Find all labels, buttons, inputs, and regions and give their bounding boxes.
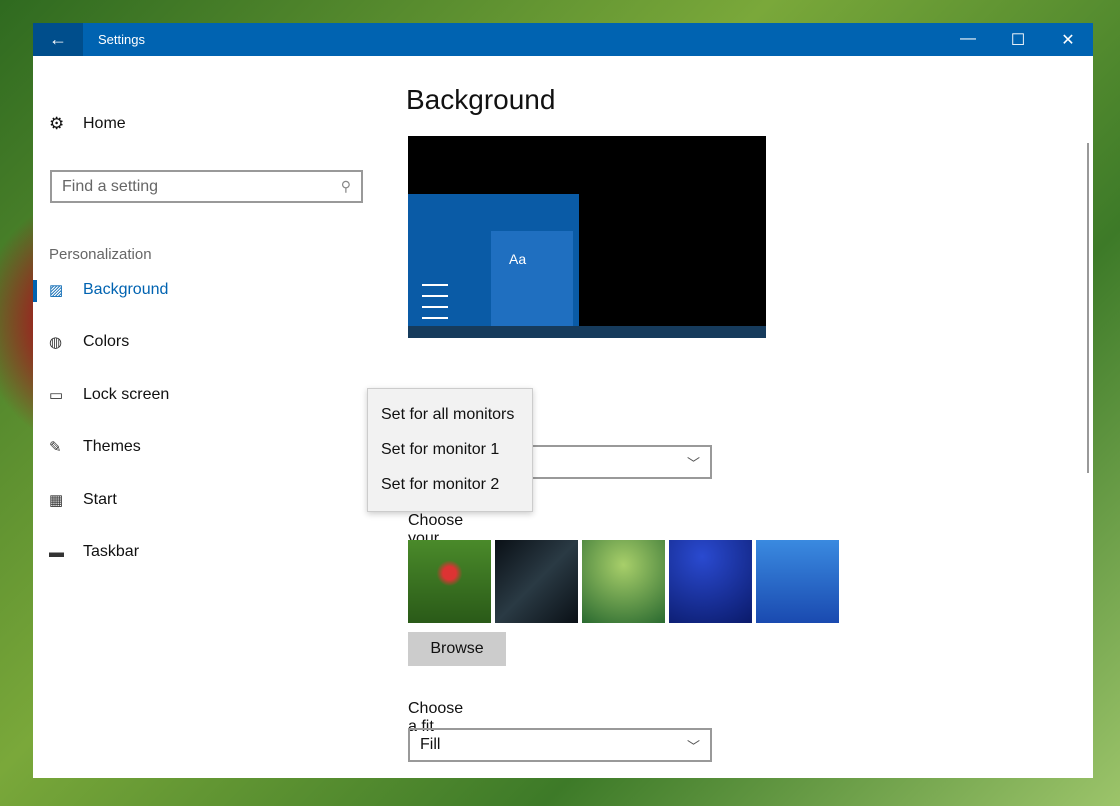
gear-icon: ⚙ [49,114,65,133]
section-heading: Personalization [49,246,152,263]
themes-icon: ✎ [49,439,62,456]
taskbar-preview [408,326,766,338]
sidebar-item-taskbar[interactable]: ▬ Taskbar [33,532,333,572]
sidebar-item-label: Themes [83,438,141,455]
page-title: Background [406,84,556,115]
search-placeholder: Find a setting [62,177,159,195]
tile-preview: Aa [491,231,573,326]
sidebar-item-label: Start [83,491,117,508]
start-icon: ▦ [49,492,64,509]
search-icon: ⚲ [340,178,351,194]
lock-screen-icon: ▭ [49,387,64,404]
title-bar: ← Settings — ☐ ✕ [33,23,1093,56]
home-link[interactable]: ⚙ Home [49,114,126,134]
chevron-down-icon: ﹀ [686,738,700,754]
window-title: Settings [98,32,145,47]
home-label: Home [83,115,126,132]
picture-thumbnail[interactable] [495,540,578,623]
picture-thumbnail[interactable] [408,540,491,623]
back-button[interactable]: ← [33,23,83,56]
monitor-context-menu: Set for all monitors Set for monitor 1 S… [367,388,533,512]
fit-dropdown[interactable]: Fill ﹀ [408,728,712,762]
sidebar-item-start[interactable]: ▦ Start [33,480,333,520]
maximize-button[interactable]: ☐ [993,30,1043,50]
picture-icon: ▨ [49,282,64,299]
settings-window: ← Settings — ☐ ✕ ⚙ Home Find a setting ⚲ P… [33,23,1093,778]
palette-icon: ◍ [49,334,63,351]
picture-thumbnail[interactable] [756,540,839,623]
sidebar-item-label: Background [83,281,169,298]
background-preview: Aa [408,136,766,374]
scrollbar[interactable] [1087,143,1089,473]
minimize-button[interactable]: — [943,30,993,50]
menu-item-monitor-2[interactable]: Set for monitor 2 [368,467,532,502]
sidebar-item-label: Colors [83,333,130,350]
sidebar: ⚙ Home Find a setting ⚲ Personalization ▨ B… [33,56,383,776]
sidebar-item-label: Lock screen [83,386,170,403]
search-input[interactable]: Find a setting ⚲ [50,170,363,203]
picture-thumbnail[interactable] [582,540,665,623]
picture-thumbnail[interactable] [669,540,752,623]
sidebar-item-themes[interactable]: ✎ Themes [33,427,333,467]
menu-item-all-monitors[interactable]: Set for all monitors [368,397,532,432]
sidebar-item-background[interactable]: ▨ Background [33,270,333,310]
fit-value: Fill [420,736,441,753]
browse-button[interactable]: Browse [408,632,506,666]
taskbar-icon: ▬ [49,543,64,561]
sidebar-item-colors[interactable]: ◍ Colors [33,322,333,362]
menu-item-monitor-1[interactable]: Set for monitor 1 [368,432,532,467]
sidebar-item-label: Taskbar [83,543,140,560]
close-button[interactable]: ✕ [1043,30,1093,50]
chevron-down-icon: ﹀ [686,455,700,471]
sidebar-item-lock-screen[interactable]: ▭ Lock screen [33,375,333,415]
